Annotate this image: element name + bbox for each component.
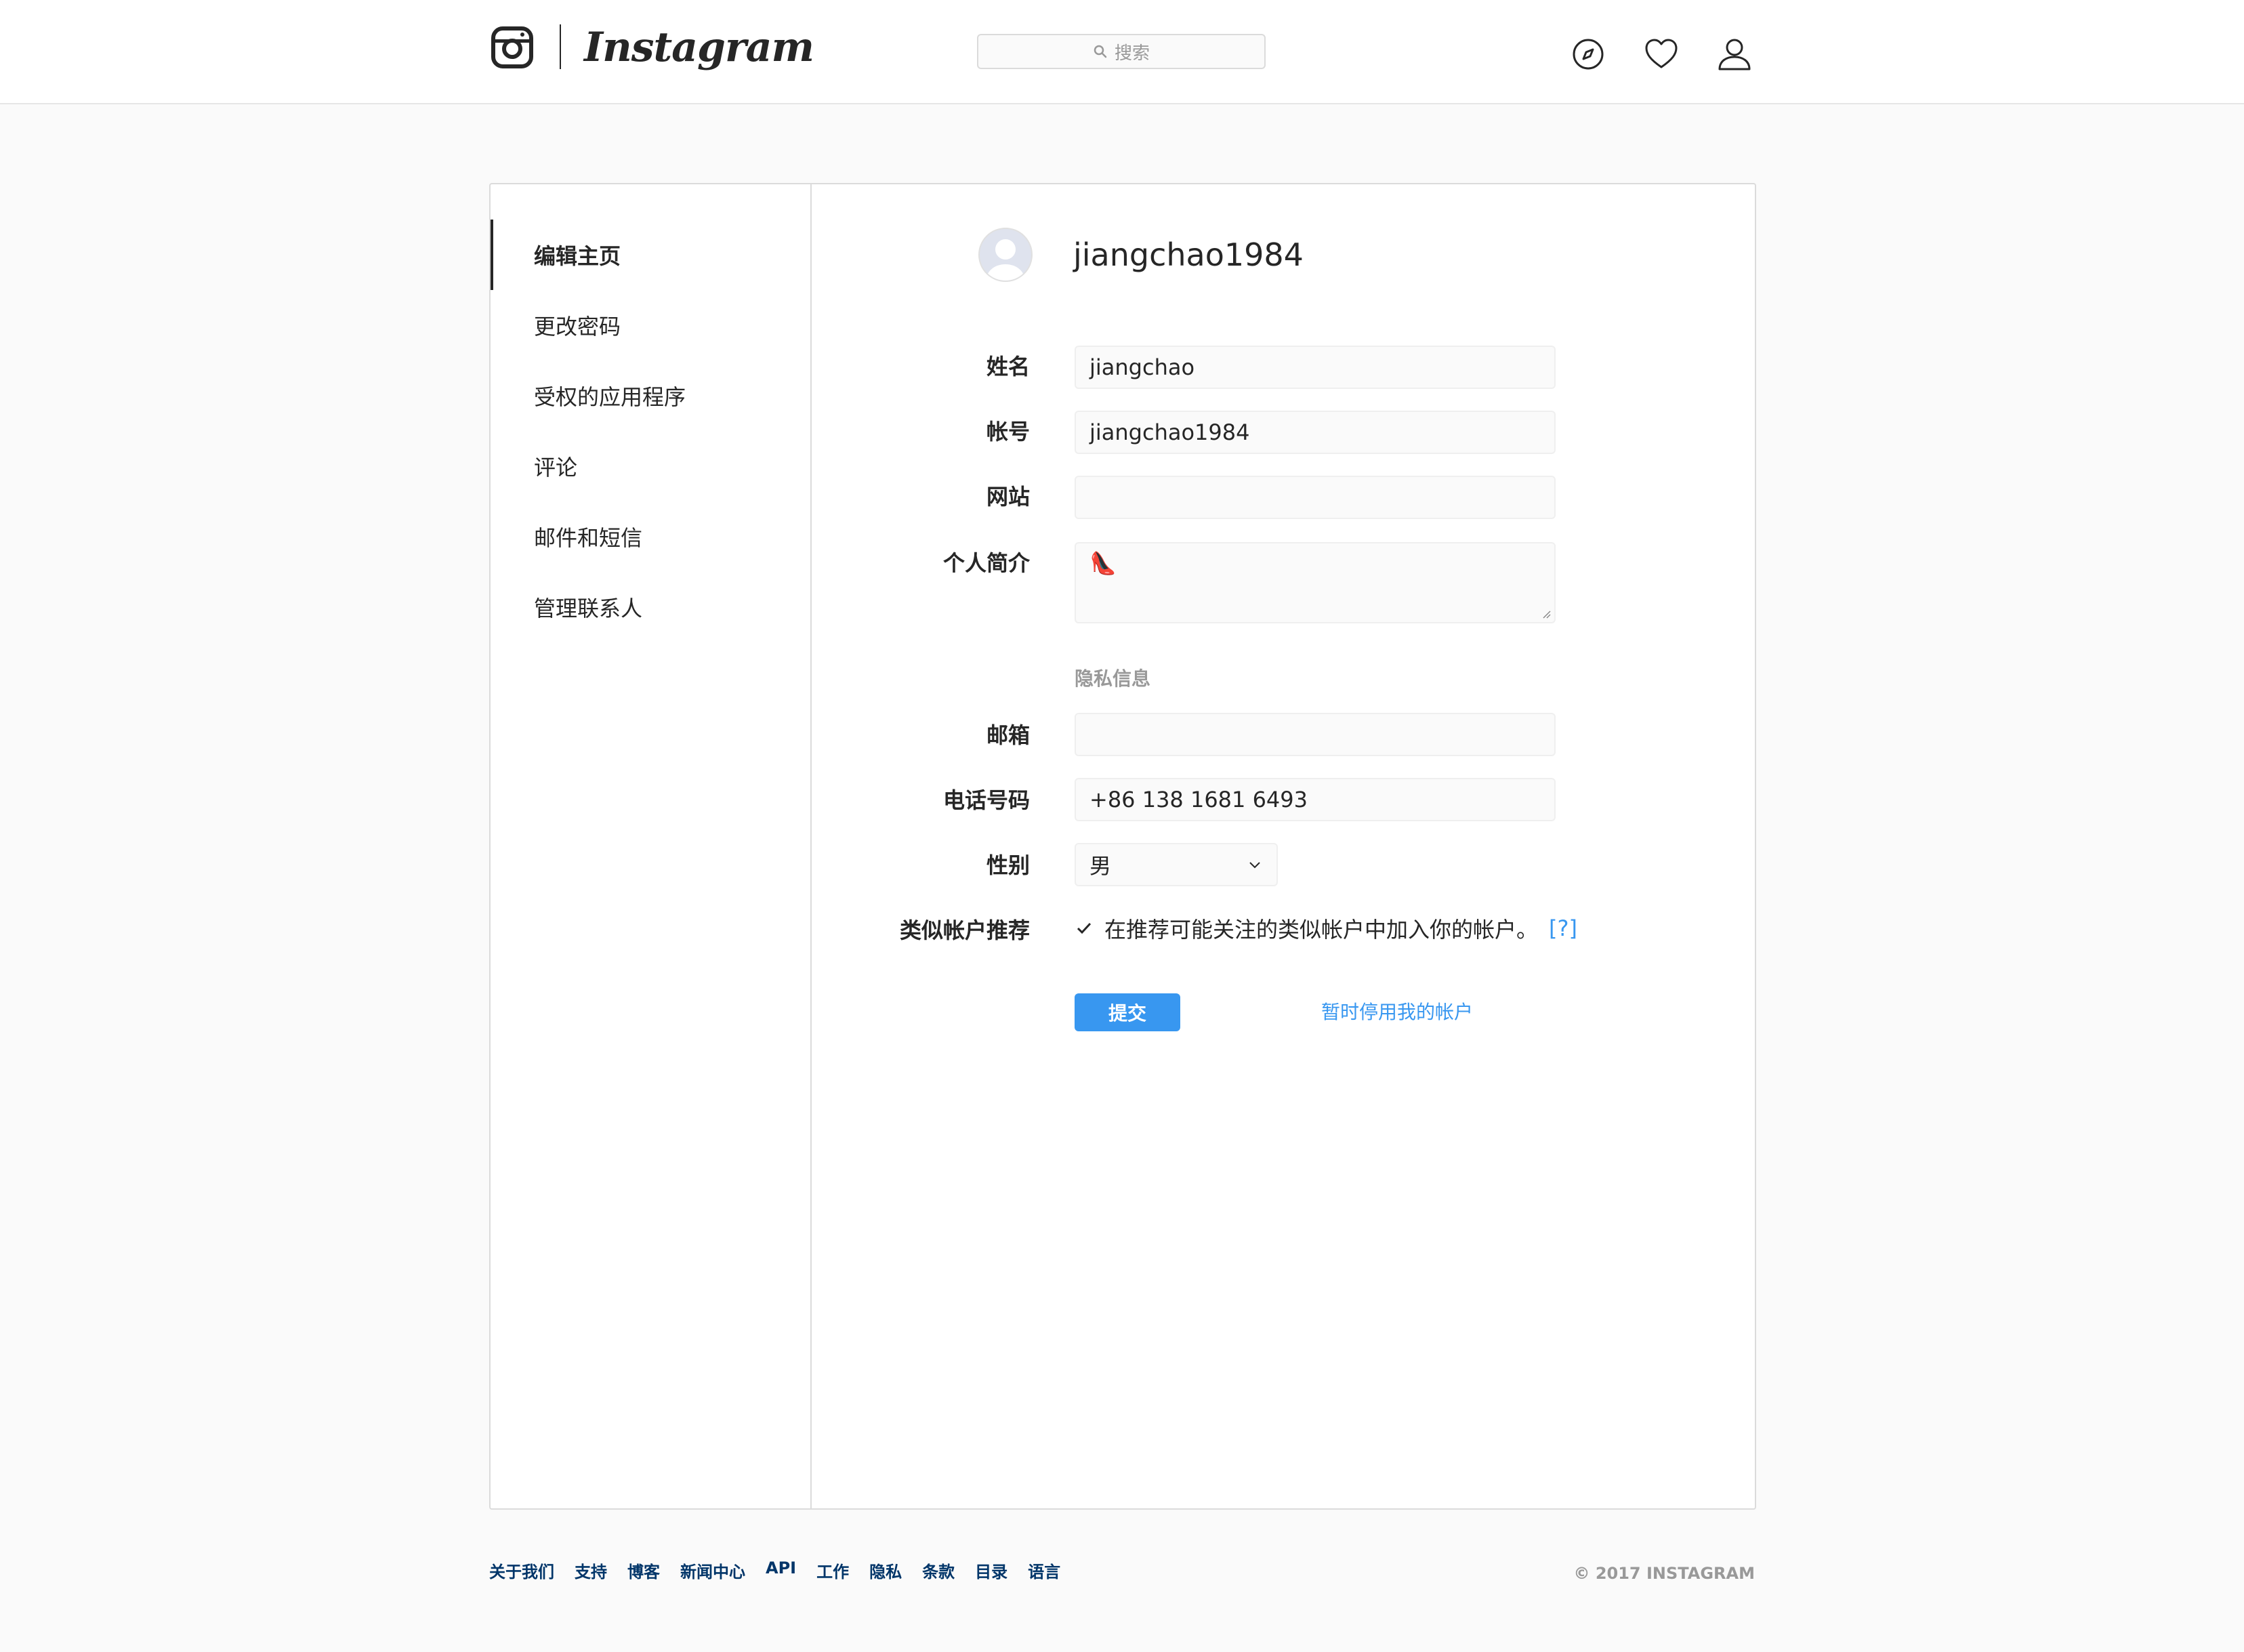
- sidebar-item-authorized-apps[interactable]: 受权的应用程序: [491, 360, 810, 431]
- footer-link-support[interactable]: 支持: [575, 1558, 607, 1588]
- similar-accounts-text: 在推荐可能关注的类似帐户中加入你的帐户。: [1104, 917, 1539, 943]
- explore-compass-icon[interactable]: [1569, 35, 1607, 73]
- activity-heart-icon[interactable]: [1642, 35, 1680, 73]
- search-placeholder: 搜索: [1114, 43, 1150, 64]
- help-link[interactable]: [?]: [1549, 915, 1577, 941]
- website-label: 网站: [986, 484, 1030, 510]
- footer-link-api[interactable]: API: [766, 1558, 796, 1588]
- profile-username: jiangchao1984: [1073, 236, 1304, 273]
- logo-divider: [560, 24, 561, 69]
- footer-link-blog[interactable]: 博客: [627, 1558, 660, 1588]
- footer-links: 关于我们 支持 博客 新闻中心 API 工作 隐私 条款 目录 语言: [489, 1558, 1060, 1588]
- username-field[interactable]: jiangchao1984: [1075, 411, 1556, 454]
- instagram-wordmark[interactable]: Instagram: [584, 20, 814, 75]
- gender-label: 性别: [986, 852, 1030, 878]
- gender-select[interactable]: 男: [1075, 843, 1278, 886]
- footer-link-language[interactable]: 语言: [1028, 1558, 1060, 1588]
- sidebar-item-edit-profile[interactable]: 编辑主页: [491, 220, 810, 290]
- footer-link-privacy[interactable]: 隐私: [869, 1558, 902, 1588]
- email-field[interactable]: [1075, 713, 1556, 756]
- sidebar-item-email-sms[interactable]: 邮件和短信: [491, 501, 810, 572]
- resize-grip-icon[interactable]: [1541, 608, 1552, 619]
- similar-accounts-label: 类似帐户推荐: [899, 917, 1030, 943]
- copyright: © 2017 INSTAGRAM: [1573, 1564, 1755, 1583]
- phone-field[interactable]: +86 138 1681 6493: [1075, 778, 1556, 821]
- search-icon: [1094, 45, 1107, 58]
- settings-sidebar: 编辑主页 更改密码 受权的应用程序 评论 邮件和短信 管理联系人: [491, 184, 812, 1508]
- footer-link-directory[interactable]: 目录: [975, 1558, 1007, 1588]
- chevron-down-icon: [1249, 862, 1260, 869]
- avatar[interactable]: [978, 228, 1033, 282]
- submit-button[interactable]: 提交: [1075, 993, 1180, 1031]
- gender-value: 男: [1089, 853, 1112, 879]
- footer-link-jobs[interactable]: 工作: [816, 1558, 849, 1588]
- footer-link-terms[interactable]: 条款: [922, 1558, 955, 1588]
- disable-account-link[interactable]: 暂时停用我的帐户: [1321, 995, 1473, 1030]
- bio-textarea[interactable]: 👠: [1075, 542, 1556, 623]
- footer-link-press[interactable]: 新闻中心: [680, 1558, 745, 1588]
- name-field[interactable]: jiangchao: [1075, 346, 1556, 389]
- similar-accounts-checkbox[interactable]: [1075, 919, 1094, 938]
- username-label: 帐号: [986, 419, 1030, 445]
- sidebar-item-manage-contacts[interactable]: 管理联系人: [491, 572, 810, 642]
- website-field[interactable]: [1075, 476, 1556, 519]
- sidebar-item-change-password[interactable]: 更改密码: [491, 290, 810, 360]
- instagram-camera-icon[interactable]: [491, 26, 534, 69]
- search-input[interactable]: 搜索: [977, 34, 1266, 69]
- similar-accounts-row: 在推荐可能关注的类似帐户中加入你的帐户。 [?]: [1075, 911, 1577, 946]
- name-label: 姓名: [986, 354, 1030, 379]
- top-navigation-bar: Instagram 搜索: [0, 0, 2244, 104]
- private-info-heading: 隐私信息: [1075, 667, 1151, 690]
- profile-person-icon[interactable]: [1716, 35, 1753, 73]
- footer-link-about[interactable]: 关于我们: [489, 1558, 554, 1588]
- phone-label: 电话号码: [942, 787, 1030, 813]
- bio-text: 👠: [1089, 550, 1117, 576]
- bio-label: 个人简介: [942, 550, 1030, 576]
- sidebar-item-comments[interactable]: 评论: [491, 431, 810, 501]
- email-label: 邮箱: [986, 722, 1030, 748]
